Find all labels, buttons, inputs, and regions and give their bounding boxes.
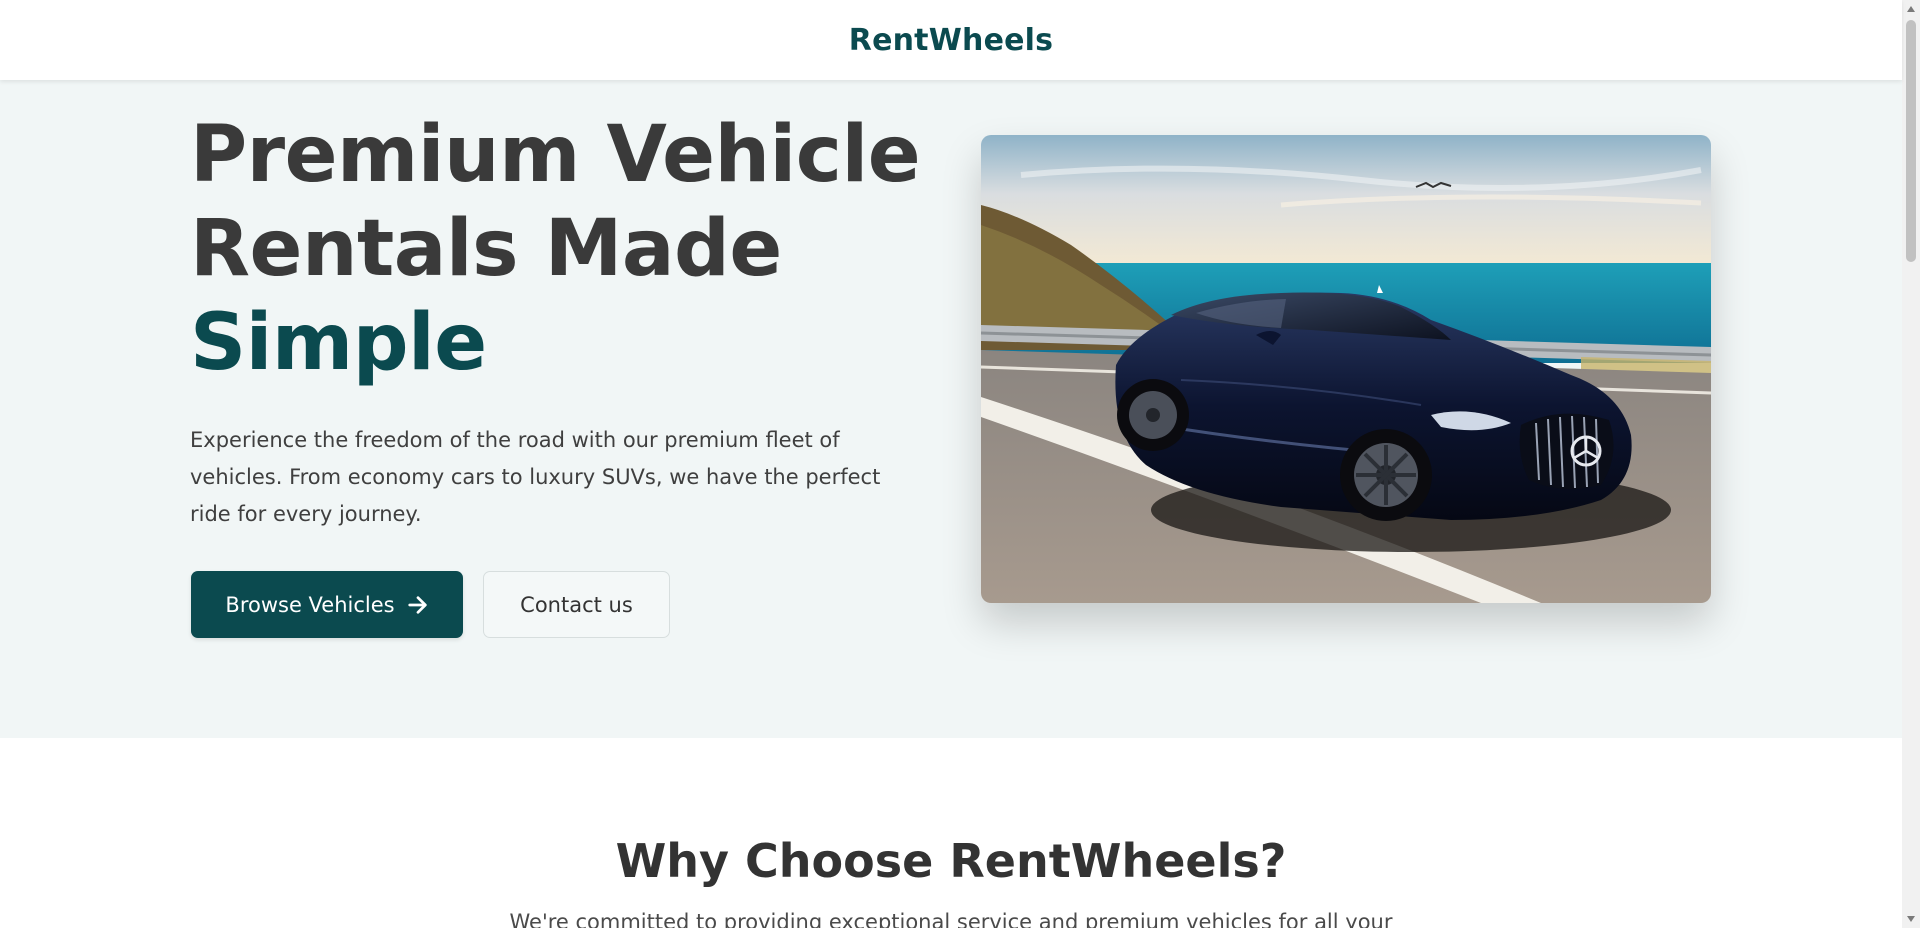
browse-vehicles-button[interactable]: Browse Vehicles bbox=[191, 571, 463, 638]
hero-section: Premium Vehicle Rentals Made Simple Expe… bbox=[0, 80, 1902, 738]
scroll-thumb[interactable] bbox=[1906, 20, 1916, 262]
hero-title-accent: Simple bbox=[190, 298, 487, 388]
hero-car-image bbox=[981, 135, 1711, 603]
contact-us-label: Contact us bbox=[520, 592, 633, 617]
contact-us-button[interactable]: Contact us bbox=[483, 571, 670, 638]
page-scrollbar[interactable] bbox=[1902, 0, 1920, 928]
hero-title-line-2: Rentals Made bbox=[190, 204, 782, 294]
hero-title: Premium Vehicle Rentals Made Simple bbox=[190, 108, 950, 390]
page: RentWheels Premium Vehicle Rentals Made … bbox=[0, 0, 1920, 928]
features-section: Why Choose RentWheels? We're committed t… bbox=[0, 738, 1902, 928]
browse-vehicles-label: Browse Vehicles bbox=[225, 592, 395, 617]
features-title: Why Choose RentWheels? bbox=[615, 834, 1287, 888]
hero-title-line-1: Premium Vehicle bbox=[190, 110, 921, 200]
hero-description: Experience the freedom of the road with … bbox=[190, 428, 881, 526]
brand-logo[interactable]: RentWheels bbox=[849, 23, 1053, 58]
features-subtitle: We're committed to providing exceptional… bbox=[509, 910, 1393, 928]
scroll-down-arrow-icon[interactable] bbox=[1907, 916, 1915, 922]
car-photo bbox=[981, 135, 1711, 603]
arrow-right-icon bbox=[407, 595, 427, 614]
site-header: RentWheels bbox=[0, 0, 1902, 80]
scroll-up-arrow-icon[interactable] bbox=[1907, 6, 1915, 12]
